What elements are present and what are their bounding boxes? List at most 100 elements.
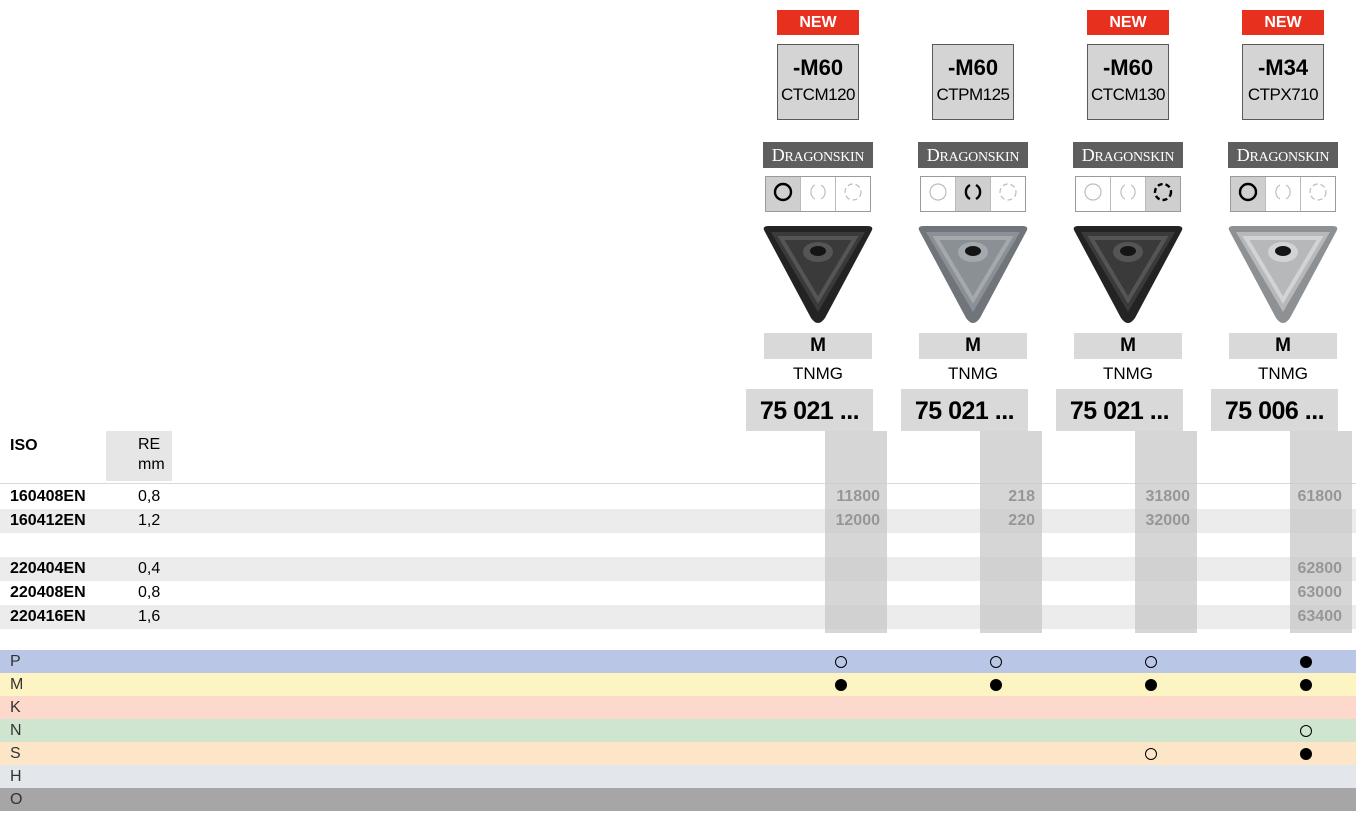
- material-row-p: P: [0, 650, 1356, 673]
- re-header: RE: [138, 436, 161, 453]
- chipbreaker-geometry: -M60: [792, 55, 844, 80]
- grade-name: CTPM125: [936, 85, 1010, 104]
- insert-type: TNMG: [1102, 364, 1154, 383]
- application-group: M: [919, 333, 1027, 359]
- grade-box: -M60 CTCM120: [777, 44, 859, 120]
- article-number: 75 021 ...: [746, 389, 873, 431]
- primary-suitability-dot: [1300, 679, 1312, 691]
- primary-suitability-dot: [1300, 748, 1312, 760]
- material-label: H: [10, 768, 22, 785]
- application-group: M: [1229, 333, 1337, 359]
- material-row-m: M: [0, 673, 1356, 696]
- stable-condition-icon: [772, 181, 794, 208]
- cutting-conditions: [1230, 176, 1336, 212]
- article-number: 75 021 ...: [901, 389, 1028, 431]
- material-row-s: S: [0, 742, 1356, 765]
- iso-code: 160408EN: [10, 488, 86, 505]
- iso-code: 160412EN: [10, 512, 86, 529]
- corner-radius: 1,2: [138, 512, 161, 529]
- new-badge: NEW: [777, 10, 859, 35]
- condition-cell: [921, 177, 956, 211]
- material-label: M: [10, 676, 24, 693]
- condition-cell: [956, 177, 991, 211]
- condition-cell: [1111, 177, 1146, 211]
- cutting-conditions: [920, 176, 1026, 212]
- new-badge: NEW: [1242, 10, 1324, 35]
- grade-box: -M60 CTPM125: [932, 44, 1014, 120]
- column-highlight: [1135, 431, 1197, 633]
- cutting-conditions: [1075, 176, 1181, 212]
- re-unit: mm: [138, 456, 165, 473]
- insert-image: [757, 222, 879, 328]
- unstable-condition-icon: [1152, 181, 1174, 208]
- condition-cell: [991, 177, 1025, 211]
- chipbreaker-geometry: -M60: [1102, 55, 1154, 80]
- normal-condition-icon: [807, 181, 829, 208]
- condition-cell: [1146, 177, 1180, 211]
- grade-box: -M60 CTCM130: [1087, 44, 1169, 120]
- condition-cell: [836, 177, 870, 211]
- condition-cell: [766, 177, 801, 211]
- grade-name: CTPX710: [1247, 85, 1319, 104]
- iso-code: 220416EN: [10, 608, 86, 625]
- coating-logo: DRAGONSKIN: [1073, 142, 1183, 168]
- iso-code: 220404EN: [10, 560, 86, 577]
- insert-type: TNMG: [947, 364, 999, 383]
- unstable-condition-icon: [842, 181, 864, 208]
- material-label: N: [10, 722, 22, 739]
- normal-condition-icon: [962, 181, 984, 208]
- primary-suitability-dot: [1300, 656, 1312, 668]
- grade-box: -M34 CTPX710: [1242, 44, 1324, 120]
- material-row-h: H: [0, 765, 1356, 788]
- new-badge: NEW: [1087, 10, 1169, 35]
- normal-condition-icon: [1272, 181, 1294, 208]
- re-header-cell: RE mm: [106, 431, 172, 481]
- stable-condition-icon: [1237, 181, 1259, 208]
- article-number: 75 006 ...: [1211, 389, 1338, 431]
- material-label: P: [10, 653, 21, 670]
- material-label: K: [10, 699, 21, 716]
- condition-cell: [1076, 177, 1111, 211]
- application-group: M: [1074, 333, 1182, 359]
- condition-cell: [1301, 177, 1335, 211]
- corner-radius: 0,8: [138, 488, 161, 505]
- coating-logo: DRAGONSKIN: [763, 142, 873, 168]
- normal-condition-icon: [1117, 181, 1139, 208]
- insert-image: [912, 222, 1034, 328]
- insert-image: [1067, 222, 1189, 328]
- unstable-condition-icon: [997, 181, 1019, 208]
- corner-radius: 0,4: [138, 560, 161, 577]
- chipbreaker-geometry: -M60: [947, 55, 999, 80]
- grade-name: CTCM130: [1091, 85, 1165, 104]
- secondary-suitability-circle: [1145, 748, 1157, 760]
- condition-cell: [801, 177, 836, 211]
- column-highlight: [825, 431, 887, 633]
- material-row-n: N: [0, 719, 1356, 742]
- material-row-o: O: [0, 788, 1356, 811]
- chipbreaker-geometry: -M34: [1257, 55, 1309, 80]
- corner-radius: 0,8: [138, 584, 161, 601]
- secondary-suitability-circle: [990, 656, 1002, 668]
- application-group: M: [764, 333, 872, 359]
- coating-logo: DRAGONSKIN: [918, 142, 1028, 168]
- unstable-condition-icon: [1307, 181, 1329, 208]
- insert-image: [1222, 222, 1344, 328]
- primary-suitability-dot: [990, 679, 1002, 691]
- primary-suitability-dot: [1145, 679, 1157, 691]
- condition-cell: [1266, 177, 1301, 211]
- condition-cell: [1231, 177, 1266, 211]
- corner-radius: 1,6: [138, 608, 161, 625]
- secondary-suitability-circle: [1145, 656, 1157, 668]
- iso-code: 220408EN: [10, 584, 86, 601]
- primary-suitability-dot: [835, 679, 847, 691]
- secondary-suitability-circle: [835, 656, 847, 668]
- stable-condition-icon: [1082, 181, 1104, 208]
- cutting-conditions: [765, 176, 871, 212]
- grade-name: CTCM120: [781, 85, 855, 104]
- material-label: O: [10, 791, 23, 808]
- insert-type: TNMG: [1257, 364, 1309, 383]
- iso-header: ISO: [10, 437, 38, 454]
- material-label: S: [10, 745, 21, 762]
- column-highlight: [1290, 431, 1352, 633]
- column-highlight: [980, 431, 1042, 633]
